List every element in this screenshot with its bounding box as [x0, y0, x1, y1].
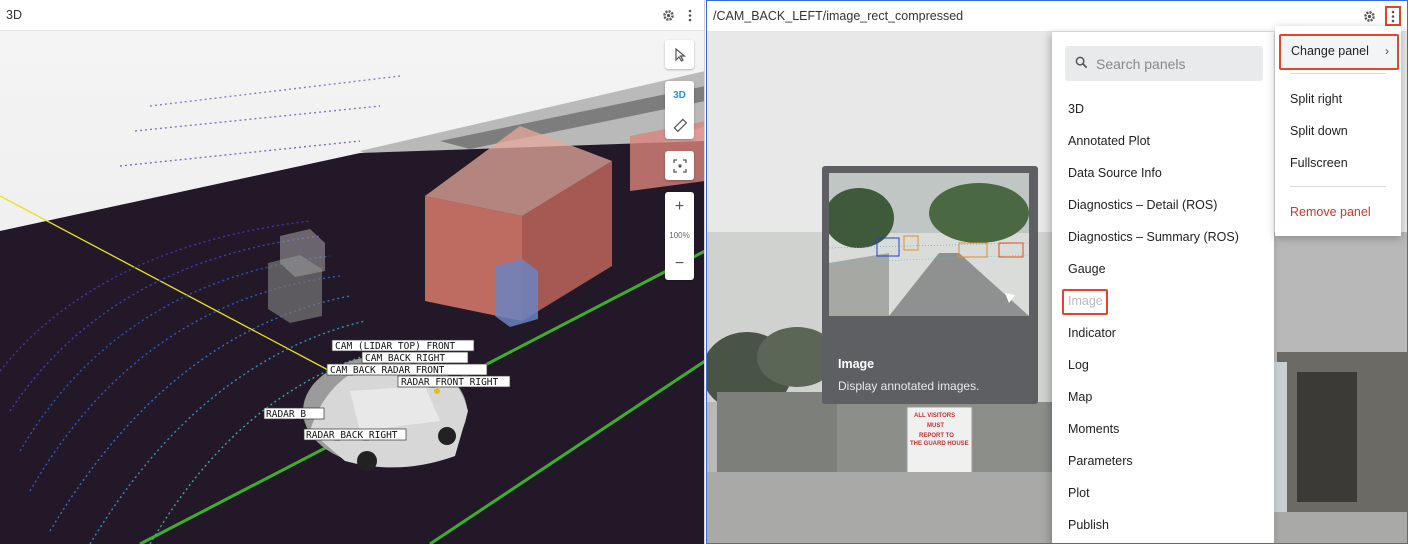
- split-down-item[interactable]: Split down: [1290, 124, 1348, 138]
- menu-item-map[interactable]: Map: [1068, 390, 1092, 404]
- panel-list-menu: 3D Annotated Plot Data Source Info Diagn…: [1052, 32, 1274, 543]
- menu-item-diagnostics-detail[interactable]: Diagnostics – Detail (ROS): [1068, 198, 1217, 212]
- menu-item-gauge[interactable]: Gauge: [1068, 262, 1106, 276]
- panel-preview-tooltip: Image Display annotated images.: [822, 166, 1038, 404]
- sign-line: MUST: [927, 423, 944, 429]
- sign-line: REPORT TO: [919, 433, 954, 439]
- menu-item-log[interactable]: Log: [1068, 358, 1089, 372]
- svg-text:RADAR_B: RADAR_B: [266, 409, 306, 420]
- 3d-panel[interactable]: 3D CAM_(LIDAR_TOP)_FRONT CAM_BACK_RIGHT …: [0, 0, 705, 544]
- zoom-tools: + 100% −: [665, 192, 694, 280]
- menu-item-plot[interactable]: Plot: [1068, 486, 1090, 500]
- scene-label: CAM_(LIDAR_TOP)_FRONT: [335, 341, 455, 352]
- panel-title: 3D: [6, 8, 22, 22]
- settings-gear-icon[interactable]: [660, 7, 676, 23]
- menu-item-image[interactable]: Image: [1068, 294, 1103, 308]
- more-vertical-icon[interactable]: [682, 7, 698, 23]
- sign-line: THE GUARD HOUSE: [910, 441, 969, 447]
- menu-item-data-source-info[interactable]: Data Source Info: [1068, 166, 1162, 180]
- sign-line: ALL VISITORS: [914, 413, 955, 419]
- panel-context-menu: Change panel › Split right Split down Fu…: [1275, 26, 1401, 236]
- change-panel-item[interactable]: Change panel ›: [1279, 34, 1399, 70]
- menu-item-annotated-plot[interactable]: Annotated Plot: [1068, 134, 1150, 148]
- ruler-icon[interactable]: [665, 110, 694, 139]
- svg-text:RADAR_BACK_RIGHT: RADAR_BACK_RIGHT: [306, 430, 398, 441]
- menu-divider: [1290, 186, 1386, 187]
- tooltip-description: Display annotated images.: [838, 379, 980, 393]
- more-vertical-icon[interactable]: [1385, 6, 1401, 26]
- settings-gear-icon[interactable]: [1361, 8, 1377, 24]
- menu-item-publish[interactable]: Publish: [1068, 518, 1109, 532]
- focus-crosshair-icon[interactable]: [665, 151, 694, 180]
- mode-3d-toggle[interactable]: 3D: [665, 81, 694, 110]
- menu-item-diagnostics-summary[interactable]: Diagnostics – Summary (ROS): [1068, 230, 1239, 244]
- tooltip-title: Image: [838, 357, 875, 371]
- mode-3d-label: 3D: [673, 90, 686, 101]
- change-panel-label: Change panel: [1291, 44, 1369, 58]
- view-tools: 3D: [665, 81, 694, 139]
- search-icon: [1075, 56, 1088, 72]
- menu-item-parameters[interactable]: Parameters: [1068, 454, 1133, 468]
- menu-item-3d[interactable]: 3D: [1068, 102, 1084, 116]
- zoom-in-button[interactable]: +: [665, 192, 694, 221]
- menu-item-indicator[interactable]: Indicator: [1068, 326, 1116, 340]
- recenter-tool[interactable]: [665, 151, 694, 180]
- 3d-scene-canvas[interactable]: CAM_(LIDAR_TOP)_FRONT CAM_BACK_RIGHT CAM…: [0, 31, 705, 544]
- split-right-item[interactable]: Split right: [1290, 92, 1342, 106]
- search-field[interactable]: [1065, 46, 1263, 81]
- zoom-out-button[interactable]: −: [665, 249, 694, 278]
- chevron-right-icon: ›: [1385, 44, 1389, 58]
- zoom-level-label: 100%: [669, 230, 690, 240]
- menu-divider: [1290, 73, 1386, 74]
- remove-panel-item[interactable]: Remove panel: [1290, 205, 1371, 219]
- svg-text:CAM_BACK_RIGHT: CAM_BACK_RIGHT: [365, 353, 445, 364]
- svg-text:CAM_BACK RADAR_FRONT: CAM_BACK RADAR_FRONT: [330, 365, 445, 376]
- search-input[interactable]: [1096, 55, 1256, 72]
- panel-toolbar: 3D: [0, 0, 704, 31]
- fullscreen-item[interactable]: Fullscreen: [1290, 156, 1348, 170]
- select-tool[interactable]: [665, 40, 694, 69]
- svg-text:RADAR_FRONT_RIGHT: RADAR_FRONT_RIGHT: [401, 377, 499, 388]
- menu-item-moments[interactable]: Moments: [1068, 422, 1119, 436]
- preview-thumbnail: [829, 173, 1029, 316]
- cursor-arrow-icon[interactable]: [665, 40, 694, 69]
- image-panel[interactable]: /CAM_BACK_LEFT/image_rect_compressed ALL…: [706, 0, 1408, 544]
- panel-title: /CAM_BACK_LEFT/image_rect_compressed: [713, 9, 964, 23]
